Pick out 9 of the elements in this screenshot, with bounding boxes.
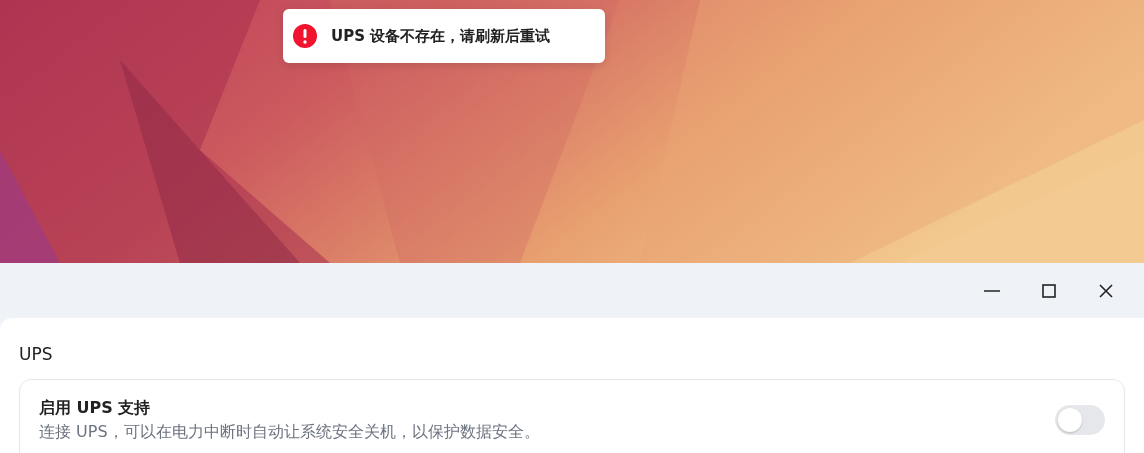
toggle-switch[interactable] (1055, 405, 1105, 435)
setting-description: 连接 UPS，可以在电力中断时自动让系统安全关机，以保护数据安全。 (39, 421, 540, 443)
setting-title: 启用 UPS 支持 (39, 397, 152, 419)
maximize-icon (1040, 282, 1057, 299)
error-icon (293, 24, 317, 48)
section-title: UPS (19, 343, 54, 366)
minimize-icon (983, 289, 1000, 292)
error-message: UPS 设备不存在，请刷新后重试 (331, 25, 551, 47)
close-icon (1097, 282, 1114, 299)
